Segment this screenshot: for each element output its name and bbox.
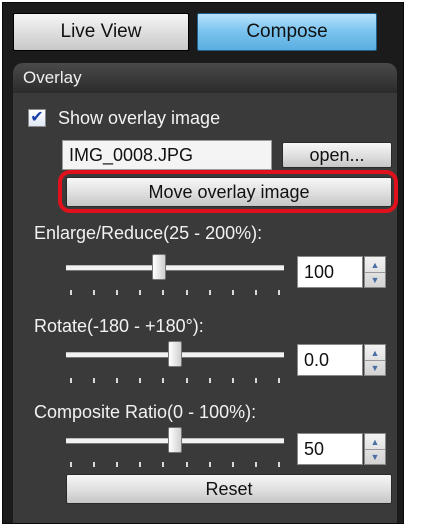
overlay-filename-field: IMG_0008.JPG — [62, 140, 272, 170]
slider-tick — [116, 290, 119, 295]
slider-tick — [93, 378, 96, 383]
slider-tick — [70, 378, 72, 383]
slider-tick — [162, 290, 165, 295]
slider-tick — [278, 462, 280, 467]
slider-tick — [208, 290, 211, 295]
slider-tick — [185, 462, 188, 467]
slider-tick — [162, 378, 165, 383]
slider-tick — [254, 378, 257, 383]
enlarge-reduce-slider-track[interactable] — [66, 265, 284, 271]
slider-tick — [254, 462, 257, 467]
highlight-frame — [58, 170, 398, 213]
composite-ratio-ticks — [70, 462, 280, 468]
slider-tick — [185, 378, 188, 383]
slider-tick — [231, 378, 234, 383]
enlarge-reduce-spinner: ▲ ▼ — [364, 256, 386, 288]
composite-ratio-input[interactable]: 50 — [297, 433, 363, 465]
overlay-section-header: Overlay — [13, 63, 397, 93]
slider-tick — [93, 462, 96, 467]
slider-tick — [70, 462, 72, 467]
spin-up-arrow-icon[interactable]: ▲ — [365, 257, 385, 273]
slider-tick — [139, 462, 142, 467]
spin-up-arrow-icon[interactable]: ▲ — [365, 434, 385, 450]
slider-tick — [162, 462, 165, 467]
rotate-spinner: ▲ ▼ — [364, 344, 386, 376]
slider-tick — [139, 378, 142, 383]
spin-up-arrow-icon[interactable]: ▲ — [365, 345, 385, 361]
slider-tick — [208, 462, 211, 467]
spin-down-arrow-icon[interactable]: ▼ — [365, 360, 385, 375]
rotate-input[interactable]: 0.0 — [297, 344, 363, 376]
slider-tick — [231, 462, 234, 467]
slider-tick — [231, 290, 234, 295]
slider-tick — [93, 290, 96, 295]
slider-tick — [70, 290, 72, 295]
checkmark-icon: ✔ — [30, 109, 44, 126]
enlarge-reduce-input[interactable]: 100 — [297, 256, 363, 288]
slider-tick — [185, 290, 188, 295]
enlarge-reduce-label: Enlarge/Reduce(25 - 200%): — [34, 223, 263, 243]
enlarge-reduce-ticks — [70, 290, 280, 296]
spin-down-arrow-icon[interactable]: ▼ — [365, 449, 385, 464]
slider-tick — [208, 378, 211, 383]
rotate-ticks — [70, 378, 280, 384]
show-overlay-row[interactable]: ✔ Show overlay image — [28, 106, 220, 130]
mode-tabs: Live View Compose — [13, 13, 385, 53]
rotate-slider-thumb[interactable] — [168, 341, 182, 367]
enlarge-reduce-slider-thumb[interactable] — [152, 254, 167, 280]
spin-down-arrow-icon[interactable]: ▼ — [365, 272, 385, 287]
composite-ratio-spinner: ▲ ▼ — [364, 433, 386, 465]
slider-tick — [139, 290, 142, 295]
show-overlay-label: Show overlay image — [58, 107, 221, 128]
composite-ratio-slider-thumb[interactable] — [168, 427, 182, 453]
reset-button[interactable]: Reset — [66, 474, 392, 504]
tab-live-view[interactable]: Live View — [13, 13, 189, 51]
slider-tick — [116, 462, 119, 467]
rotate-label: Rotate(-180 - +180°): — [34, 316, 204, 336]
slider-tick — [278, 378, 280, 383]
open-button[interactable]: open... — [282, 142, 392, 168]
composite-ratio-label: Composite Ratio(0 - 100%): — [34, 402, 257, 422]
tab-compose[interactable]: Compose — [197, 13, 377, 51]
slider-tick — [278, 290, 280, 295]
slider-tick — [254, 290, 257, 295]
show-overlay-checkbox[interactable]: ✔ — [28, 109, 46, 127]
slider-tick — [116, 378, 119, 383]
